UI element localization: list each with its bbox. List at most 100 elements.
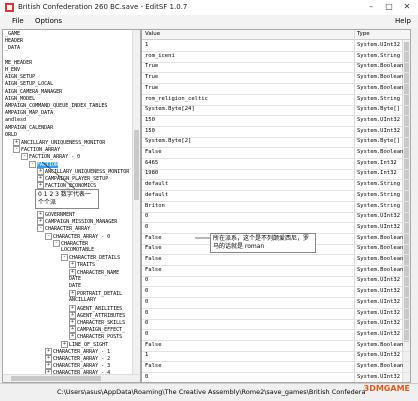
expand-icon[interactable]: + [45,347,52,355]
grid-cell-value[interactable]: 0 [145,374,148,380]
tree-row[interactable]: - CHARACTER_ARRAY [37,225,90,233]
grid-cell-value[interactable]: 1 [145,42,148,48]
tree-row[interactable]: AIGN_CAMERA_MANAGER [5,89,62,96]
tree-row[interactable]: - CHARACTER [53,239,88,247]
tree-row[interactable]: _DATA [5,45,20,52]
grid-cell-value[interactable]: False [145,363,162,369]
tree-row[interactable]: + PORTRAIT_DETAIL [69,290,122,298]
expand-icon[interactable]: + [69,326,76,334]
expand-icon[interactable]: + [37,167,44,175]
menu-options[interactable]: Options [35,17,62,25]
grid-cell-value[interactable]: 0 [145,299,148,305]
expand-icon[interactable]: + [69,268,76,276]
grid-cell-value[interactable]: Briton [145,203,165,209]
grid-cell-value[interactable]: False [145,245,162,251]
tree-row[interactable]: + CAMPAIGN_MISSION_MANAGER [37,218,117,226]
type-column-header[interactable]: Type [357,31,370,37]
tree-row[interactable]: + AGENT_ABILITIES [69,304,122,312]
collapse-icon[interactable]: - [45,232,52,240]
tree-row[interactable]: + TRAITS [69,261,95,269]
expand-icon[interactable]: + [37,175,44,182]
tree-row[interactable]: - CHARACTER_ARRAY - 0 [45,232,110,240]
expand-icon[interactable]: + [37,211,44,218]
tree-row[interactable]: AIGN_SETUP [5,74,35,81]
expand-icon[interactable]: + [69,333,76,341]
tree-row[interactable]: + CAMPAIGN_PLAYER_SETUP [37,175,108,182]
tree-row[interactable]: AIGN_SETUP_LOCAL [5,81,53,88]
expand-icon[interactable]: + [45,362,52,370]
grid-cell-value[interactable]: 1 [145,352,148,358]
tree-row[interactable]: - FACTION_ARRAY - 0 [21,153,80,161]
tree-row[interactable]: + ANCILLARY_UNIQUENESS_MONITOR [37,167,129,175]
grid-cell-value[interactable]: True [145,85,158,91]
tree-row[interactable]: AMPAIGN_CALENDAR [5,125,53,132]
expand-icon[interactable]: + [61,340,68,348]
grid-cell-value[interactable]: True [145,63,158,69]
grid-cell-value[interactable]: 1980 [145,170,158,176]
minimize-button[interactable]: – [362,1,380,13]
grid-cell-value[interactable]: True [145,74,158,80]
tree-row[interactable]: - CHARACTER_DETAILS [61,254,120,262]
tree-row[interactable]: + CHARACTER_ARRAY - 2 [45,355,110,362]
grid-cell-value[interactable]: default [145,181,168,187]
tree-row[interactable]: + ANCILLARY_UNIQUENESS_MONITOR [13,139,105,146]
collapse-icon[interactable]: - [37,225,44,233]
tree-row[interactable]: + GOVERNMENT [37,211,75,218]
grid-cell-value[interactable]: 0 [145,320,148,326]
grid-cell-value[interactable]: False [145,149,162,155]
tree-row[interactable]: + LINE_OF_SIGHT [61,340,108,348]
expand-icon[interactable]: + [69,319,76,326]
tree-hscroll-thumb[interactable] [11,376,101,381]
collapse-icon[interactable]: - [29,160,36,168]
grid-cell-value[interactable]: False [145,256,162,262]
tree-row[interactable]: AIGN_MODEL [5,96,35,103]
tree-row[interactable]: + CHARACTER_POSTS [69,333,122,341]
grid-cell-value[interactable]: 150 [145,128,155,134]
menu-file[interactable]: File [12,17,24,25]
tree-row[interactable]: + CHARACTER_SKILLS [69,319,125,326]
tree-row[interactable]: AMPAIGN_COMMAND_QUEUE_INDEX_TABLES [5,103,107,110]
tree-row[interactable]: - FACTION_ARRAY [13,146,60,154]
tree-row[interactable]: andlesd [5,117,26,124]
tree-row[interactable]: - FACTION [29,160,59,168]
close-button[interactable]: ✕ [398,1,416,13]
collapse-icon[interactable]: - [13,146,20,154]
collapse-icon[interactable]: - [61,254,68,262]
expand-icon[interactable]: + [13,139,20,146]
grid-cell-value[interactable]: default [145,192,168,198]
collapse-icon[interactable]: - [21,153,28,161]
grid-cell-value[interactable]: 0 [145,288,148,294]
tree-row[interactable]: + AGENT_ATTRIBUTES [69,311,125,319]
tree-horizontal-scrollbar[interactable] [3,374,140,382]
tree-row[interactable]: H_ENV [5,67,20,74]
expand-icon[interactable]: + [69,304,76,312]
tree-row[interactable]: LOCOMOTABLE [61,247,94,254]
grid-cell-value[interactable]: False [145,235,162,241]
tree-row[interactable]: ANCILLARY [69,297,96,304]
collapse-icon[interactable]: - [53,239,60,247]
value-column-header[interactable]: Value [145,31,160,37]
grid-cell-value[interactable]: 150 [145,117,155,123]
tree-row[interactable]: HEADER [5,38,23,45]
tree-row[interactable]: AMPAIGN_MAP_DATA [5,110,53,117]
grid-cell-value[interactable]: rom_iceni [145,53,175,59]
maximize-button[interactable]: □ [380,1,398,13]
tree-row[interactable]: ORLD [5,132,17,139]
grid-cell-value[interactable]: 0 [145,213,148,219]
grid-cell-value[interactable]: 6465 [145,160,158,166]
tree-row[interactable]: + CHARACTER_ARRAY - 1 [45,347,110,355]
expand-icon[interactable]: + [69,261,76,269]
tree-row[interactable]: + CHARACTER_ARRAY - 3 [45,362,110,370]
tree-row[interactable]: DATE [69,276,81,283]
grid-cell-value[interactable]: System.Byte[24] [145,106,195,112]
tree-row[interactable]: DATE [69,283,81,290]
expand-icon[interactable]: + [37,218,44,226]
tree-scroll-thumb[interactable] [134,130,139,200]
grid-cell-value[interactable]: 0 [145,277,148,283]
grid-cell-value[interactable]: False [145,342,162,348]
expand-icon[interactable]: + [69,311,76,319]
tree-row[interactable]: + CHARACTER_NAME [69,268,119,276]
grid-cell-value[interactable]: 0 [145,331,148,337]
tree-vertical-scrollbar[interactable] [132,30,140,382]
grid-cell-value[interactable]: rom_religion_celtic [145,96,208,102]
